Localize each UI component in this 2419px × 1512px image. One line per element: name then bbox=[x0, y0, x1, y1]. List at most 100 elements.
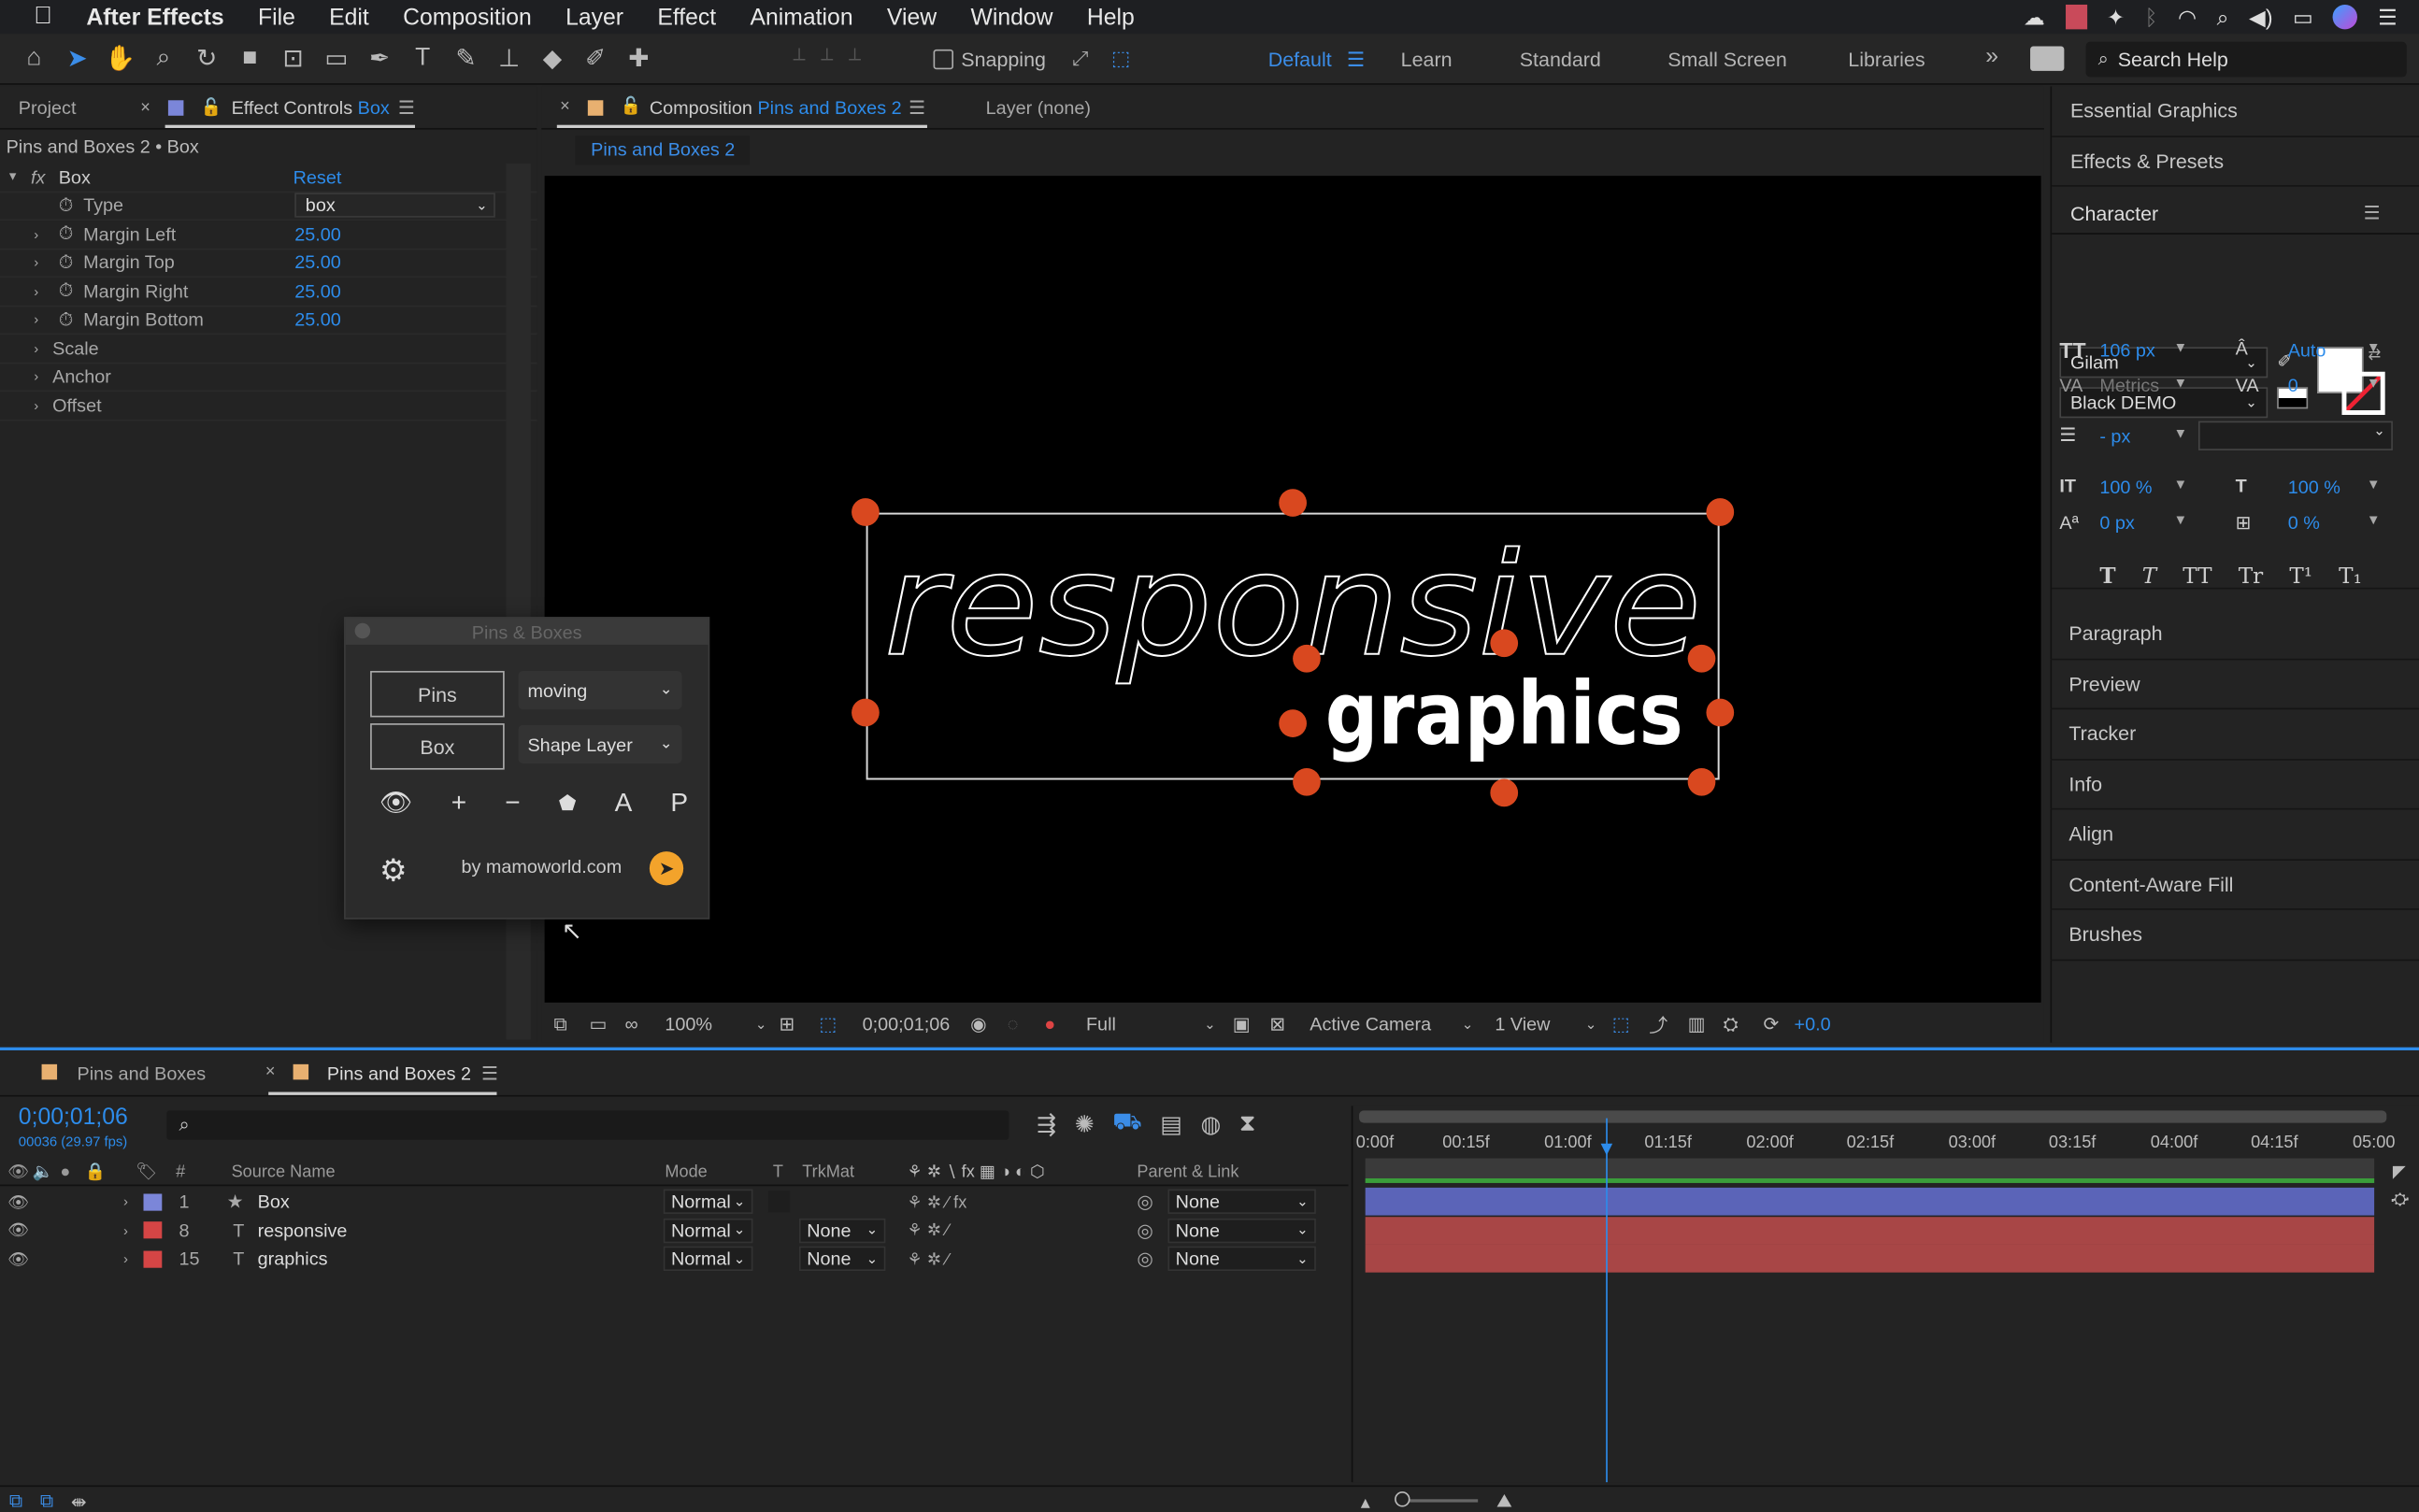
comp-button-icon[interactable]: ⛮ bbox=[2391, 1191, 2409, 1210]
layer-search-field[interactable]: ⌕ bbox=[166, 1110, 1009, 1140]
fast-previews-icon[interactable]: ⤴ bbox=[1649, 1011, 1668, 1037]
in-out-duration-icon[interactable]: ⇼ bbox=[71, 1491, 87, 1512]
siri-icon[interactable] bbox=[2333, 4, 2358, 30]
minus-icon[interactable]: − bbox=[505, 788, 520, 819]
small-caps-button[interactable]: Tr bbox=[2239, 564, 2263, 589]
eye-icon[interactable]: 👁 bbox=[7, 1191, 29, 1212]
status-red-icon[interactable] bbox=[2065, 4, 2087, 30]
pan-behind-tool-icon[interactable]: ⊡ bbox=[271, 37, 314, 80]
stroke-width-value[interactable]: - px bbox=[2099, 426, 2130, 448]
selection-tool-icon[interactable]: ➤ bbox=[55, 37, 98, 80]
eye-icon[interactable]: 👁 bbox=[379, 788, 413, 819]
tab-composition[interactable]: Composition Pins and Boxes 2 bbox=[650, 97, 902, 119]
faux-italic-button[interactable]: T bbox=[2142, 564, 2156, 589]
close-tab-icon[interactable]: × bbox=[265, 1063, 276, 1081]
reset-exposure-icon[interactable]: ⟳ bbox=[1764, 1013, 1780, 1034]
section-info[interactable]: Info bbox=[2050, 760, 2419, 810]
eraser-tool-icon[interactable]: ◆ bbox=[531, 37, 574, 80]
parent-dropdown[interactable]: None ⌄ bbox=[1167, 1247, 1316, 1272]
lock-switch-icon[interactable]: 🔒 bbox=[85, 1162, 107, 1181]
workspace-overflow-icon[interactable]: » bbox=[1985, 43, 1998, 69]
time-graph[interactable]: 0:00f 00:15f 01:00f 01:15f 02:00f 02:15f… bbox=[1351, 1105, 2419, 1483]
menu-view[interactable]: View bbox=[887, 4, 937, 30]
chevron-down-icon[interactable]: ▼ bbox=[2174, 477, 2188, 492]
resolution-dropdown[interactable]: Full ⌄ bbox=[1086, 1013, 1216, 1034]
tab-project[interactable]: Project bbox=[19, 96, 77, 118]
always-preview-icon[interactable]: ⧉ bbox=[554, 1013, 567, 1036]
effect-row-box[interactable]: ▾ fx Box Reset bbox=[0, 164, 537, 193]
motion-blur-icon[interactable]: ◍ bbox=[1200, 1110, 1221, 1137]
pins-mode-dropdown[interactable]: moving ⌄ bbox=[518, 670, 682, 710]
layer-name[interactable]: graphics bbox=[258, 1248, 328, 1270]
stopwatch-icon[interactable]: ⏱ bbox=[59, 308, 83, 332]
lock-icon[interactable]: 🔓 bbox=[201, 97, 222, 118]
superscript-button[interactable]: T¹ bbox=[2289, 564, 2312, 589]
twirl-closed-icon[interactable]: › bbox=[34, 226, 58, 242]
twirl-closed-icon[interactable]: › bbox=[34, 255, 58, 271]
volume-icon[interactable]: ◀) bbox=[2249, 4, 2272, 30]
ruler[interactable]: 0:00f 00:15f 01:00f 01:15f 02:00f 02:15f… bbox=[1353, 1124, 2419, 1155]
horizontal-scale-value[interactable]: 100 % bbox=[2288, 477, 2340, 498]
roto-brush-tool-icon[interactable]: ✐ bbox=[574, 37, 617, 80]
menu-effect[interactable]: Effect bbox=[657, 4, 716, 30]
creative-cloud-icon[interactable]: ☁ bbox=[2024, 4, 2045, 30]
layer-name[interactable]: responsive bbox=[258, 1220, 348, 1241]
grid-icon[interactable]: ⊞ bbox=[780, 1013, 795, 1034]
label-color-swatch[interactable] bbox=[143, 1193, 163, 1211]
section-paragraph[interactable]: Paragraph bbox=[2050, 609, 2419, 660]
toggle-pixel-aspect-icon[interactable]: ⬚ bbox=[1612, 1013, 1630, 1034]
section-essential-graphics[interactable]: Essential Graphics bbox=[2052, 86, 2419, 137]
timeline-tab-2[interactable]: Pins and Boxes 2 bbox=[327, 1063, 471, 1084]
axis-view-icon[interactable]: ⟂ bbox=[849, 43, 861, 66]
shy-layers-icon[interactable]: ⛟ bbox=[1112, 1109, 1141, 1138]
pick-whip-icon[interactable]: ◎ bbox=[1137, 1191, 1152, 1213]
stopwatch-icon[interactable]: ⏱ bbox=[59, 251, 83, 275]
section-preview[interactable]: Preview bbox=[2050, 660, 2419, 710]
section-content-aware-fill[interactable]: Content-Aware Fill bbox=[2050, 860, 2419, 910]
timeline-icon[interactable]: ▥ bbox=[1688, 1013, 1706, 1034]
type-tool-icon[interactable]: T bbox=[401, 37, 444, 80]
tab-layer[interactable]: Layer (none) bbox=[986, 97, 1091, 119]
chevron-down-icon[interactable]: ▼ bbox=[2174, 375, 2188, 391]
group-row-offset[interactable]: › Offset bbox=[0, 392, 537, 421]
work-area-band[interactable] bbox=[1365, 1158, 2375, 1183]
window-close-icon[interactable] bbox=[354, 622, 371, 639]
flowchart-icon[interactable]: ⛭ bbox=[1724, 1013, 1739, 1036]
rectangle-tool-icon[interactable]: ▭ bbox=[315, 37, 358, 80]
tsume-value[interactable]: 0 % bbox=[2288, 512, 2320, 534]
show-snapshot-icon[interactable]: ◌ bbox=[1008, 1013, 1019, 1034]
lock-icon[interactable]: 🔓 bbox=[621, 95, 642, 116]
snap-features-icon[interactable]: ⬚ bbox=[1111, 47, 1130, 71]
view-layout-dropdown[interactable]: 1 View ⌄ bbox=[1495, 1013, 1596, 1034]
composition-viewer[interactable]: responsive graphics bbox=[544, 176, 2041, 1003]
spotlight-icon[interactable]: ⌕ bbox=[2217, 4, 2229, 30]
home-icon[interactable]: ⌂ bbox=[12, 37, 55, 80]
pen-tool-icon[interactable]: ✒ bbox=[358, 37, 401, 80]
plus-icon[interactable]: + bbox=[451, 788, 466, 819]
group-row-scale[interactable]: › Scale bbox=[0, 335, 537, 364]
layer-switches-toggle-icon[interactable]: ⧉ bbox=[9, 1490, 22, 1512]
frame-blending-icon[interactable]: ▤ bbox=[1160, 1110, 1181, 1137]
workspace-default[interactable]: Default bbox=[1268, 48, 1332, 71]
snap-edges-icon[interactable]: ⤢ bbox=[1072, 47, 1088, 71]
gear-icon[interactable]: ⚙ bbox=[379, 851, 408, 890]
layer-bar-graphics[interactable] bbox=[1365, 1244, 2375, 1273]
work-area-bar[interactable] bbox=[1359, 1110, 2387, 1123]
wifi-icon[interactable]: ◠ bbox=[2178, 4, 2197, 30]
menu-file[interactable]: File bbox=[258, 4, 295, 30]
chevron-down-icon[interactable]: ▼ bbox=[2367, 375, 2381, 391]
letter-a-button[interactable]: A bbox=[615, 788, 633, 819]
brush-tool-icon[interactable]: ✎ bbox=[444, 37, 487, 80]
property-value[interactable]: 25.00 bbox=[294, 280, 341, 302]
twirl-closed-icon[interactable]: › bbox=[34, 397, 52, 413]
tracking-value[interactable]: 0 bbox=[2288, 375, 2298, 396]
leading-value[interactable]: Auto bbox=[2288, 339, 2326, 361]
mode-dropdown[interactable]: Normal ⌄ bbox=[663, 1218, 753, 1243]
vr-icon[interactable]: ∞ bbox=[624, 1013, 637, 1034]
layer-switches-icon[interactable]: ⚘ ✲ ∕ fx bbox=[907, 1191, 966, 1212]
panel-menu-icon[interactable]: ☰ bbox=[909, 97, 925, 119]
vertical-scale-value[interactable]: 100 % bbox=[2099, 477, 2152, 498]
section-brushes[interactable]: Brushes bbox=[2050, 910, 2419, 961]
credit-text[interactable]: by mamoworld.com bbox=[461, 856, 622, 877]
workspace-learn[interactable]: Learn bbox=[1401, 48, 1453, 71]
